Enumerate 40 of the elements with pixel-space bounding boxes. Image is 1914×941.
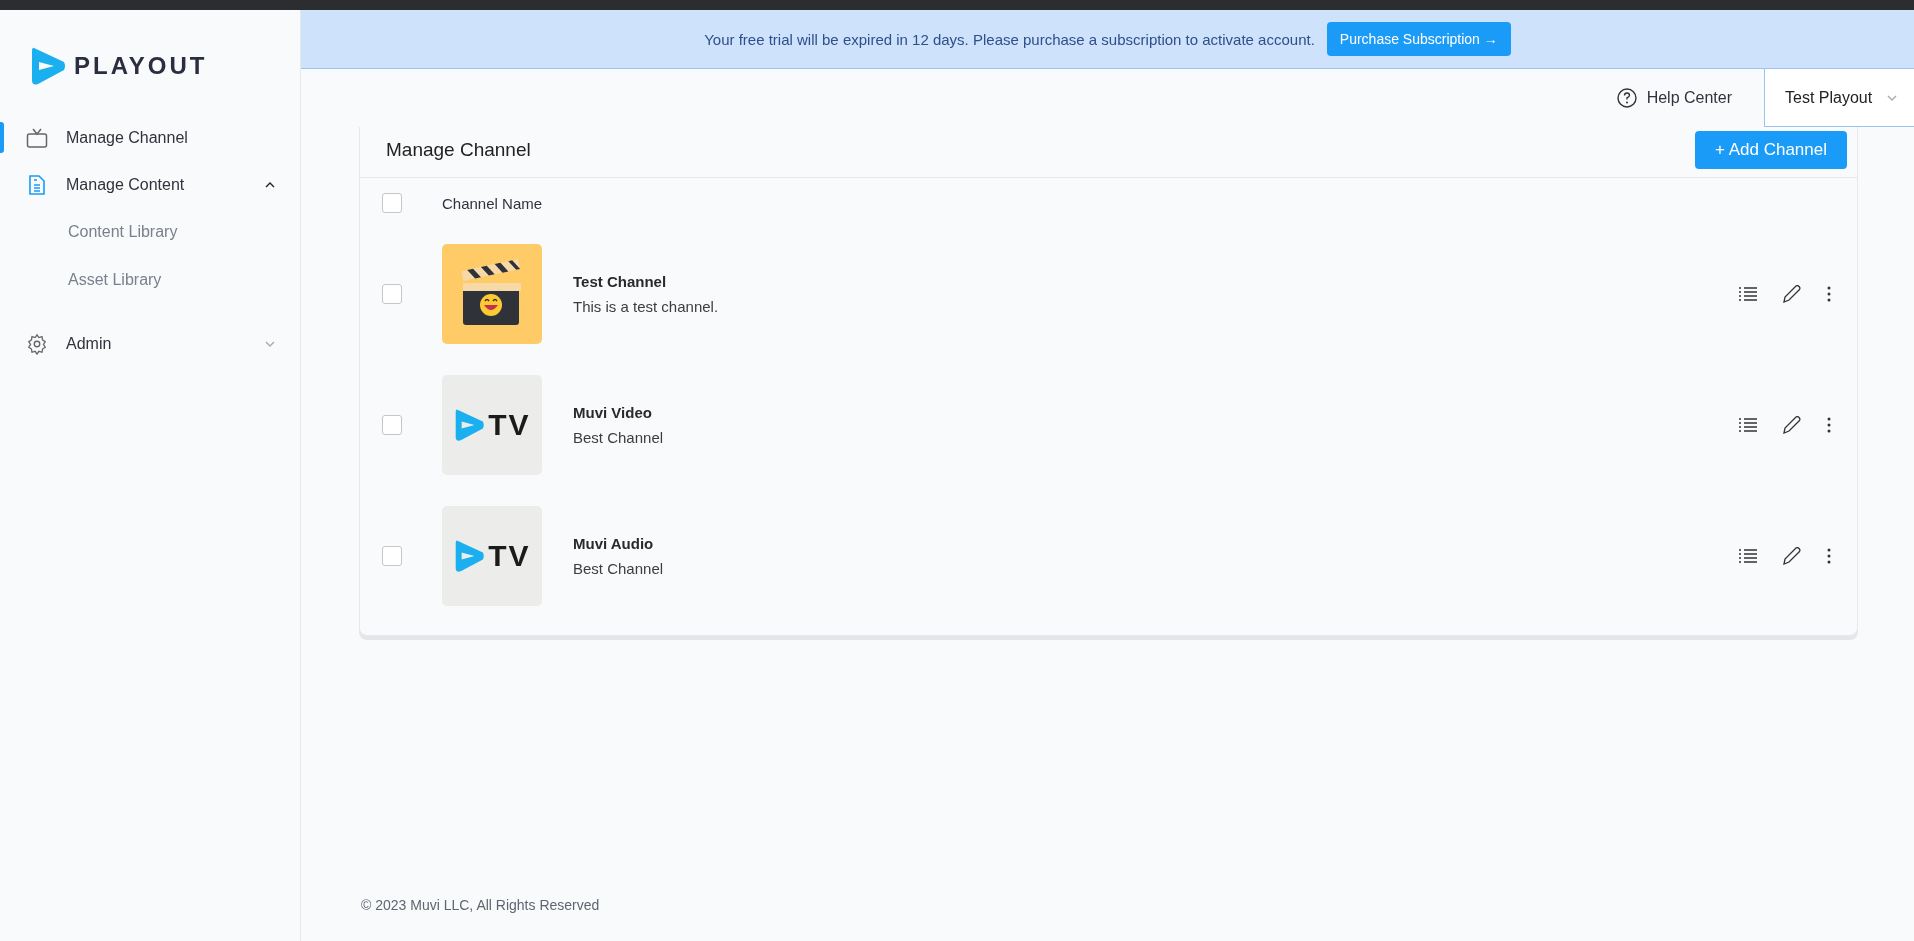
edit-icon[interactable]	[1783, 284, 1801, 303]
sidebar-subitem[interactable]: Asset Library	[0, 256, 300, 304]
more-icon[interactable]	[1827, 285, 1831, 302]
thumbnail-text: TV	[488, 407, 531, 442]
sidebar-item[interactable]: Manage Content	[0, 161, 300, 208]
account-dropdown[interactable]: Test Playout	[1764, 69, 1914, 127]
more-icon[interactable]	[1827, 416, 1831, 433]
brand-name: PLAYOUT	[74, 52, 208, 80]
row-checkbox[interactable]	[382, 545, 402, 566]
more-icon[interactable]	[1827, 547, 1831, 564]
thumbnail-text: TV	[488, 538, 531, 573]
row-checkbox[interactable]	[382, 283, 402, 304]
channel-description: Best Channel	[573, 559, 665, 577]
settings-icon	[26, 332, 48, 355]
channel-description: This is a test channel.	[573, 297, 720, 315]
banner-message: Your free trial will be expired in 12 days. Please purchase a subscription to activate account.	[704, 30, 1315, 48]
logo-icon	[453, 538, 485, 573]
copyright-text: © 2023 Muvi LLC, All Rights Reserved	[360, 897, 601, 915]
help-icon	[1616, 88, 1637, 108]
channel-description: Best Channel	[573, 428, 665, 446]
list-icon[interactable]	[1739, 548, 1757, 563]
help-center-link[interactable]: Help Center	[1616, 69, 1764, 127]
document-icon	[26, 173, 48, 196]
column-header: Channel Name	[442, 194, 543, 212]
channel-name: Muvi Audio	[573, 534, 655, 552]
edit-icon[interactable]	[1783, 415, 1801, 434]
sidebar-subitem[interactable]: Content Library	[0, 208, 300, 256]
edit-icon[interactable]	[1783, 546, 1801, 565]
channel-name: Muvi Video	[573, 403, 653, 421]
list-icon[interactable]	[1739, 286, 1757, 301]
sidebar-item[interactable]: Admin	[0, 320, 300, 367]
channel-name: Test Channel	[573, 272, 668, 290]
tv-icon	[26, 126, 48, 149]
logo-icon	[30, 46, 66, 86]
row-checkbox[interactable]	[382, 414, 402, 435]
card-title: Manage Channel	[386, 139, 531, 161]
select-all-checkbox[interactable]	[382, 193, 402, 213]
sidebar-item[interactable]: Manage Channel	[0, 114, 300, 161]
list-icon[interactable]	[1739, 417, 1757, 432]
logo-icon	[453, 407, 485, 442]
